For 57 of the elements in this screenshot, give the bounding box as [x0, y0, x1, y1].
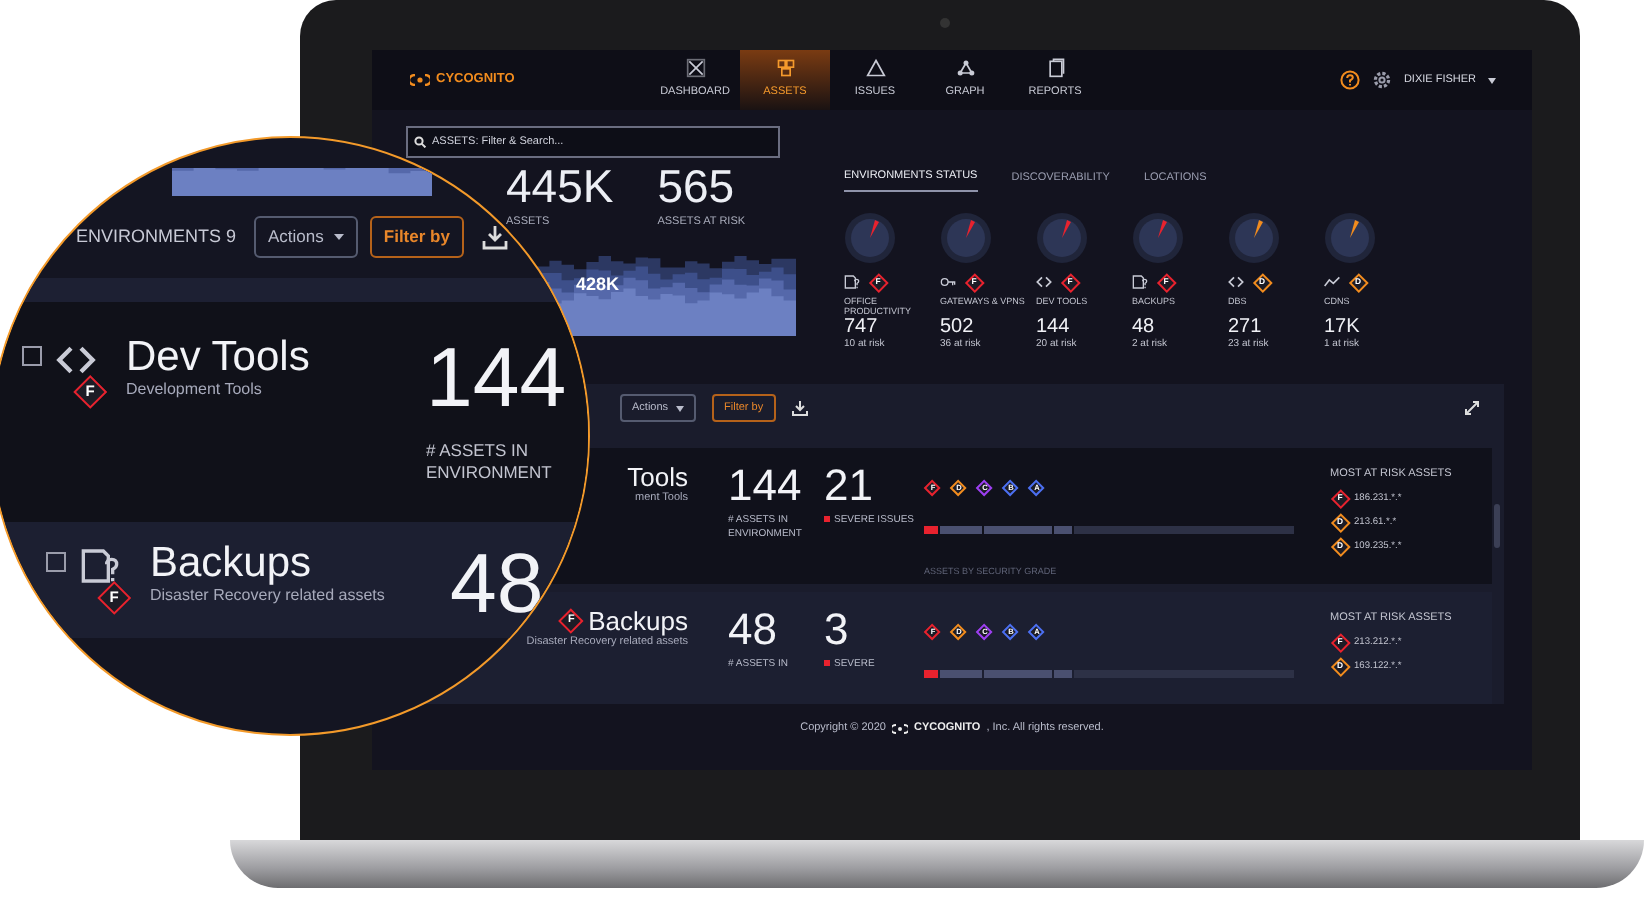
expand-icon[interactable] — [1464, 399, 1480, 416]
environment-name: Dev Tools — [126, 336, 312, 378]
environment-description: Disaster Recovery related assets — [150, 585, 387, 608]
gauge-drawing — [1132, 212, 1184, 265]
x-mark-icon — [685, 58, 705, 79]
caret-icon — [1488, 77, 1496, 83]
environment-name: Backups — [150, 542, 314, 584]
gauge-drawing — [1228, 212, 1280, 265]
gauge-drawing — [844, 212, 896, 265]
stat-value: 565 — [657, 164, 737, 210]
logo-icon — [891, 723, 908, 734]
caret-icon — [676, 405, 685, 411]
document-question-icon — [844, 274, 860, 291]
issue-count: 21 — [824, 464, 875, 508]
settings-icon[interactable] — [1371, 70, 1392, 90]
document-question-icon — [80, 545, 120, 586]
gauge-drawing — [1036, 212, 1088, 265]
caret-icon — [333, 234, 344, 240]
logo-icon — [410, 74, 430, 86]
environment-value: 144 — [1036, 318, 1070, 339]
environment-value: 747 — [844, 318, 878, 339]
environment-value: 271 — [1228, 318, 1262, 339]
asset-count: 144 — [426, 336, 569, 420]
stat-value: 445K — [506, 164, 614, 210]
checkbox[interactable] — [46, 552, 66, 572]
scrollbar-thumb[interactable] — [1494, 504, 1500, 548]
environment-value: 48 — [1132, 318, 1155, 339]
chart-label: 428K — [576, 272, 620, 299]
asset-count-label: # ASSETS IN ENVIRONMENT — [426, 440, 554, 486]
actions-button[interactable]: Actions — [254, 216, 358, 258]
document-question-icon — [1132, 274, 1148, 291]
code-icon — [1036, 274, 1052, 291]
section-title: ENVIRONMENTS 9 — [76, 223, 237, 250]
environment-description: Development Tools — [126, 378, 264, 402]
checkbox[interactable] — [22, 346, 42, 366]
environment-value: 502 — [940, 318, 974, 339]
download-icon[interactable] — [791, 400, 808, 416]
gauge-drawing — [940, 212, 992, 265]
boxes-icon — [775, 58, 795, 79]
environment-name: Backups — [588, 608, 688, 634]
help-icon[interactable] — [1339, 70, 1360, 90]
key-icon — [940, 274, 956, 291]
issue-count: 3 — [824, 608, 851, 652]
asset-count: 48 — [728, 608, 779, 652]
asset-count: 48 — [450, 542, 544, 626]
environment-value: 17K — [1324, 318, 1360, 339]
filter-button[interactable]: Filter by — [369, 216, 464, 258]
network-icon — [955, 58, 975, 79]
code-icon — [1228, 274, 1244, 291]
download-icon[interactable] — [481, 223, 508, 250]
environment-name: Tools — [627, 464, 688, 490]
search-icon — [414, 136, 426, 148]
trend-line-icon — [1324, 274, 1340, 291]
gauge-drawing — [1324, 212, 1376, 265]
document-icon — [1045, 58, 1065, 79]
asset-count: 144 — [728, 464, 804, 508]
triangle-icon — [865, 58, 885, 79]
